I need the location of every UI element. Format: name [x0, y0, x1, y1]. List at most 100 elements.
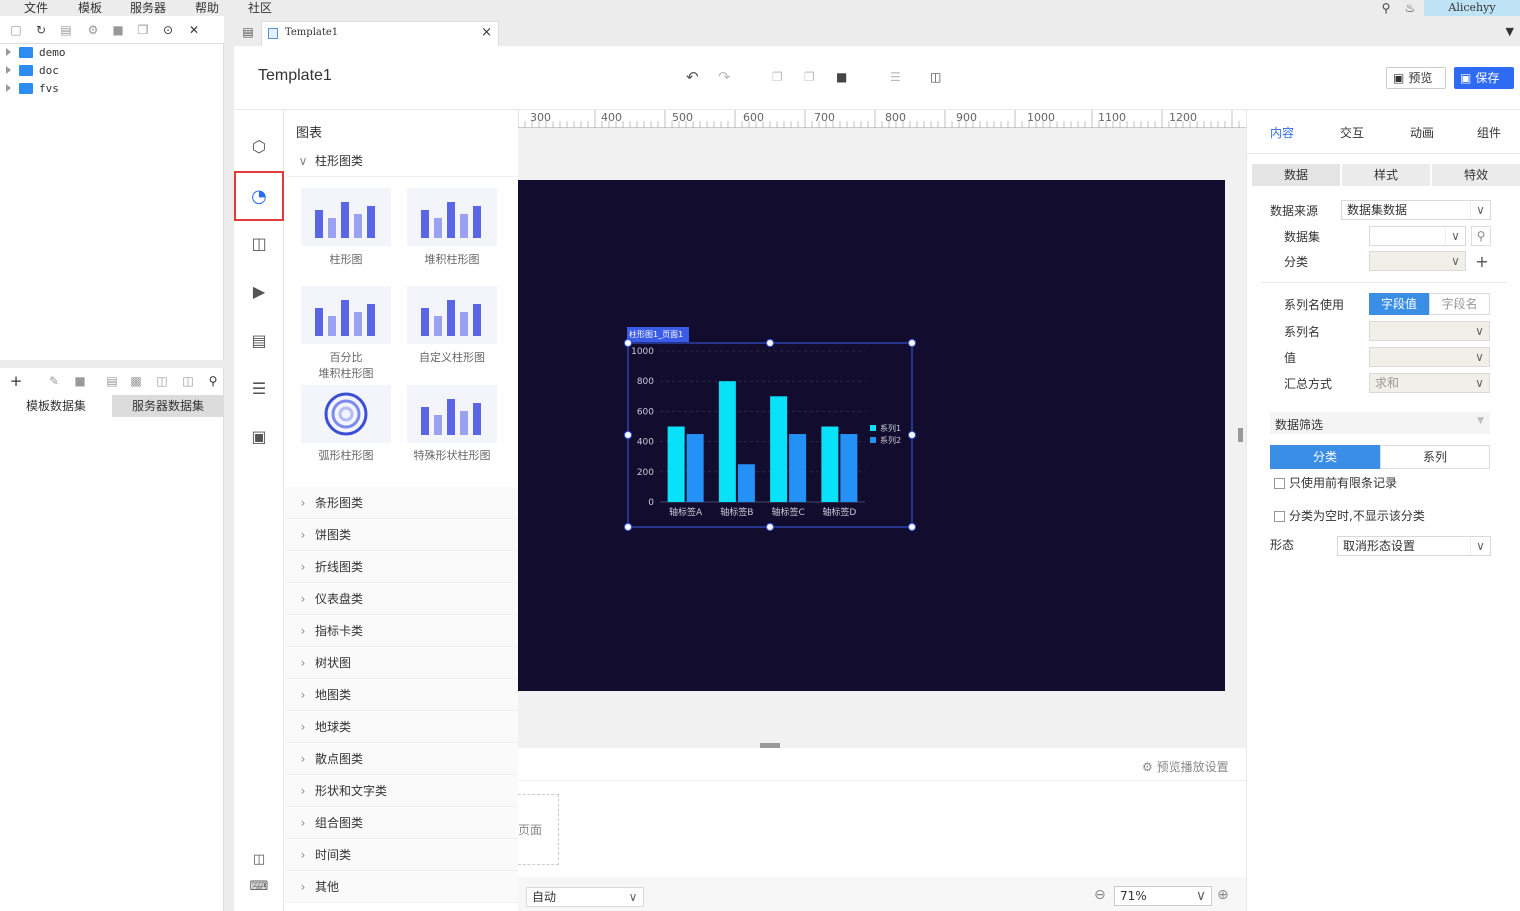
chart-thumbnail[interactable] — [301, 286, 391, 344]
delete-icon[interactable]: ■ — [836, 70, 847, 84]
search-icon[interactable]: ⚲ — [1471, 226, 1491, 246]
section-item[interactable]: › 树状图 — [285, 647, 518, 679]
zoom-in-icon[interactable]: ⊕ — [1217, 887, 1229, 903]
dropdown-icon[interactable]: ▼ — [1506, 25, 1514, 38]
tab-server-dataset[interactable]: 服务器数据集 — [112, 395, 224, 417]
tab-interaction[interactable]: 交互 — [1317, 120, 1387, 146]
tree-item-demo[interactable]: demo — [6, 43, 66, 61]
save-button[interactable]: ▣ 保存 — [1454, 67, 1514, 89]
playback-mode-select[interactable]: 自动 ∨ — [526, 887, 644, 907]
add-icon[interactable]: + — [8, 373, 24, 389]
refresh-icon[interactable]: ↻ — [33, 22, 49, 38]
filter-category-toggle[interactable]: 分类 — [1270, 445, 1380, 469]
tab-animation[interactable]: 动画 — [1387, 120, 1457, 146]
new-folder-icon[interactable]: □ — [8, 22, 24, 38]
cube-icon[interactable]: ⬡ — [244, 131, 274, 161]
section-item[interactable]: › 指标卡类 — [285, 615, 518, 647]
chart-thumbnail[interactable] — [301, 385, 391, 443]
category-select[interactable]: ∨ — [1369, 251, 1466, 271]
edit-icon[interactable]: ✎ — [46, 373, 62, 389]
layers-icon[interactable]: ◫ — [244, 844, 274, 874]
checkbox[interactable] — [1274, 511, 1285, 522]
section-column-charts[interactable]: ∨ 柱形图类 — [285, 145, 518, 177]
user-name[interactable]: Alicehyy — [1424, 0, 1520, 16]
inbox-icon[interactable]: ▤ — [244, 325, 274, 355]
section-item[interactable]: › 折线图类 — [285, 551, 518, 583]
value-select[interactable]: ∨ — [1369, 347, 1490, 367]
section-item[interactable]: › 组合图类 — [285, 807, 518, 839]
tab-content[interactable]: 内容 — [1247, 120, 1317, 146]
subtab-effect[interactable]: 特效 — [1432, 164, 1520, 186]
tab-template1[interactable]: Template1 × — [261, 21, 499, 46]
menu-template[interactable]: 模板 — [78, 0, 102, 16]
zoom-select[interactable]: 71% ∨ — [1114, 886, 1212, 906]
subtab-data[interactable]: 数据 — [1252, 164, 1340, 186]
section-item[interactable]: › 仪表盘类 — [285, 583, 518, 615]
checkbox[interactable] — [1274, 478, 1285, 489]
datasource-select[interactable]: 数据集数据 ∨ — [1341, 200, 1491, 220]
data-filter-header[interactable]: 数据筛选 ▼ — [1270, 412, 1490, 434]
undo-icon[interactable]: ↶ — [686, 68, 699, 86]
aggregation-select[interactable]: 求和 ∨ — [1369, 373, 1490, 393]
shape-select[interactable]: 取消形态设置 ∨ — [1337, 536, 1491, 556]
collapse-icon[interactable]: ✕ — [186, 22, 202, 38]
archive-icon[interactable]: ▣ — [244, 421, 274, 451]
field-value-toggle[interactable]: 字段值 — [1369, 293, 1429, 315]
panel-divider[interactable] — [0, 360, 224, 368]
edit-sql-icon[interactable]: ▩ — [128, 373, 144, 389]
database-refresh-icon[interactable]: ◫ — [180, 373, 196, 389]
delete-icon[interactable]: ■ — [72, 373, 88, 389]
vertical-scroll-handle[interactable] — [1238, 428, 1243, 442]
search-icon[interactable]: ⚲ — [205, 373, 221, 389]
preview-icon[interactable]: ▤ — [104, 373, 120, 389]
filter-series-toggle[interactable]: 系列 — [1380, 445, 1490, 469]
subtab-style[interactable]: 样式 — [1342, 164, 1430, 186]
search-icon[interactable]: ⚲ — [1378, 0, 1394, 16]
delete-icon[interactable]: ■ — [110, 22, 126, 38]
limit-records-option[interactable]: 只使用前有限条记录 — [1274, 474, 1397, 491]
open-icon[interactable]: ▤ — [58, 22, 74, 38]
preview-button[interactable]: ▣ 预览 — [1386, 67, 1446, 89]
section-item[interactable]: › 地球类 — [285, 711, 518, 743]
database-icon[interactable]: ◫ — [154, 373, 170, 389]
menu-community[interactable]: 社区 — [248, 0, 272, 16]
locate-icon[interactable]: ⊙ — [160, 22, 176, 38]
dataset-select[interactable]: ∨ — [1369, 226, 1466, 246]
tree-item-doc[interactable]: doc — [6, 61, 59, 79]
bell-icon[interactable]: ♨ — [1402, 0, 1418, 16]
section-item[interactable]: › 饼图类 — [285, 519, 518, 551]
close-icon[interactable]: × — [481, 25, 492, 40]
chart-thumbnail[interactable] — [301, 188, 391, 246]
text-icon[interactable]: ◫ — [244, 228, 274, 258]
section-item[interactable]: › 其他 — [285, 871, 518, 903]
redo-icon[interactable]: ↷ — [718, 68, 731, 86]
align-icon[interactable]: ☰ — [890, 70, 901, 84]
section-item[interactable]: › 条形图类 — [285, 487, 518, 519]
bar-chart[interactable]: 0 200 400 600 800 1000 轴标签A 轴标签B 轴标签C 轴标签D 系列1 系列2 — [620, 336, 920, 536]
section-item[interactable]: › 散点图类 — [285, 743, 518, 775]
tab-template-dataset[interactable]: 模板数据集 — [0, 395, 112, 417]
series-name-select[interactable]: ∨ — [1369, 321, 1490, 341]
chart-thumbnail[interactable] — [407, 385, 497, 443]
section-item[interactable]: › 形状和文字类 — [285, 775, 518, 807]
menu-server[interactable]: 服务器 — [130, 0, 166, 16]
tree-item-fvs[interactable]: fvs — [6, 79, 59, 97]
media-icon[interactable]: ▶ — [244, 276, 274, 306]
page-thumbnail[interactable]: 页面 — [518, 794, 559, 865]
chart-thumbnail[interactable] — [407, 188, 497, 246]
tab-component[interactable]: 组件 — [1457, 120, 1520, 146]
list-icon[interactable]: ☰ — [244, 373, 274, 403]
add-icon[interactable]: + — [1472, 251, 1492, 271]
template-list-icon[interactable]: ▤ — [240, 24, 256, 40]
zoom-out-icon[interactable]: ⊖ — [1094, 887, 1106, 903]
copy-icon[interactable]: ❐ — [135, 22, 151, 38]
section-item[interactable]: › 地图类 — [285, 679, 518, 711]
splitter[interactable] — [224, 16, 234, 911]
section-item[interactable]: › 时间类 — [285, 839, 518, 871]
playback-settings-link[interactable]: ⚙ 预览播放设置 — [1142, 758, 1229, 775]
copy-icon[interactable]: ❐ — [772, 70, 783, 84]
field-name-toggle[interactable]: 字段名 — [1429, 293, 1490, 315]
paste-icon[interactable]: ❐ — [804, 70, 815, 84]
hide-empty-category-option[interactable]: 分类为空时,不显示该分类 — [1274, 507, 1425, 524]
menu-help[interactable]: 帮助 — [195, 0, 219, 16]
